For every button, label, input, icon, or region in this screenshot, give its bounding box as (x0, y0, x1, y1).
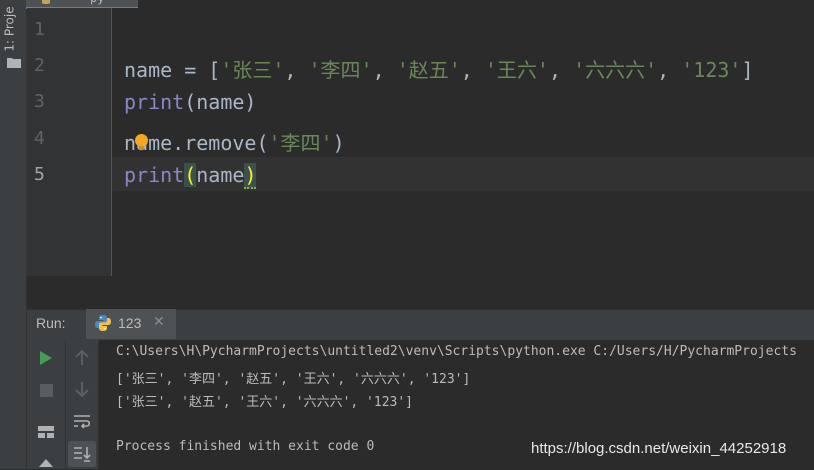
code-line[interactable]: print(name) (124, 90, 256, 114)
code-token: ( (184, 163, 197, 187)
code-token: , (460, 58, 485, 82)
line-number-current: 5 (34, 164, 45, 185)
code-token: '李四' (308, 58, 373, 82)
code-token: '赵五' (396, 58, 461, 82)
arrow-down-icon[interactable] (71, 378, 93, 400)
line-number: 2 (34, 55, 45, 76)
console-toolbar (66, 340, 99, 469)
console-line: ['张三', '李四', '赵五', '王六', '六六六', '123'] (116, 372, 471, 387)
rerun-icon[interactable] (36, 348, 56, 368)
code-token: '王六' (484, 58, 549, 82)
run-tab-label: 123 (118, 315, 142, 331)
editor-tab-label: py (90, 0, 104, 5)
code-token: '李四' (268, 131, 333, 155)
code-token: name (196, 163, 245, 187)
line-number: 1 (34, 19, 45, 40)
stop-icon[interactable] (36, 380, 56, 400)
code-line[interactable]: name.remove('李四') (124, 127, 345, 156)
code-token: name = [ (124, 58, 221, 82)
code-token: , (284, 58, 309, 82)
code-token: ) (332, 131, 345, 155)
scroll-to-end-icon[interactable] (68, 441, 96, 467)
pin-icon[interactable] (36, 458, 56, 470)
python-icon (95, 315, 111, 331)
code-token: ) (244, 163, 257, 189)
layout-icon[interactable] (36, 422, 56, 442)
code-token: '六六六' (573, 58, 658, 82)
code-line[interactable]: print(name) (124, 163, 257, 189)
close-tab-icon[interactable]: ✕ (153, 314, 165, 330)
project-tool-button[interactable]: 1: Proje (2, 4, 22, 56)
code-token: , (548, 58, 574, 82)
run-panel-label: Run: (36, 315, 66, 331)
code-token: print (124, 163, 185, 187)
line-number: 3 (34, 91, 45, 112)
soft-wrap-icon[interactable] (71, 411, 93, 433)
code-token: '123' (681, 58, 742, 82)
run-toolbar (27, 340, 66, 469)
python-file-icon (42, 0, 50, 4)
folder-icon (7, 58, 21, 68)
editor-empty-area (27, 276, 814, 310)
intention-bulb-icon[interactable] (135, 134, 148, 150)
code-token: , (657, 58, 682, 82)
project-tool-strip: 1: Proje (0, 0, 27, 469)
console-line: C:\Users\H\PycharmProjects\untitled2\ven… (116, 344, 797, 359)
code-line[interactable]: name = ['张三', '李四', '赵五', '王六', '六六六', '… (124, 54, 754, 83)
console-line: ['张三', '赵五', '王六', '六六六', '123'] (116, 395, 414, 410)
code-token: ] (741, 58, 754, 82)
arrow-up-icon[interactable] (71, 347, 93, 369)
code-token: '张三' (220, 58, 285, 82)
code-token: , (372, 58, 397, 82)
code-token: print (124, 90, 185, 114)
line-number: 4 (34, 128, 45, 149)
watermark: https://blog.csdn.net/weixin_44252918 (531, 440, 787, 457)
console-line: Process finished with exit code 0 (116, 439, 375, 454)
project-tool-label: 1: Proje (2, 6, 17, 52)
code-token: (name) (184, 90, 257, 114)
